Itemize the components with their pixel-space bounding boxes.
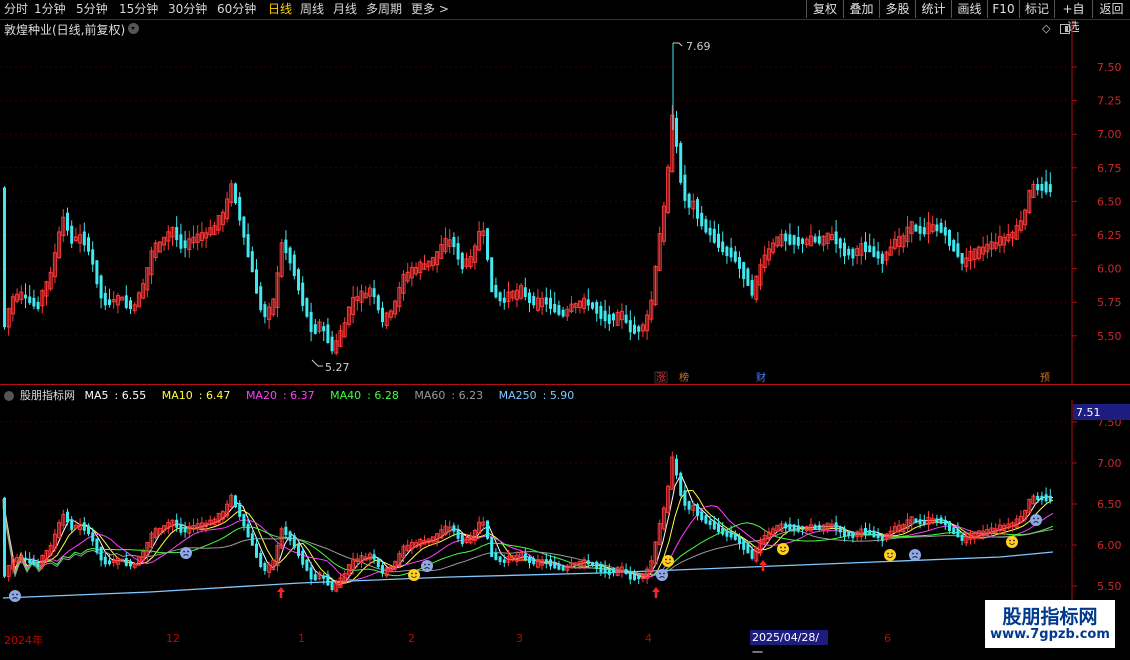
buy-arrow-icon [759, 560, 767, 571]
happy-face-icon [408, 569, 420, 581]
back-button[interactable]: 返回 [1092, 0, 1130, 18]
period-tab-30min[interactable]: 30分钟 [168, 1, 207, 18]
price-axis-label: 6.00 [1097, 263, 1122, 276]
watermark-url: www.7gpzb.com [990, 627, 1110, 642]
happy-face-icon [884, 549, 896, 561]
event-tag-finance[interactable]: 财 [756, 371, 766, 384]
add-watchlist-button[interactable]: +自选 [1054, 0, 1092, 34]
low-price-annotation: 5.27 [325, 361, 350, 374]
price-axis-label: 6.25 [1097, 229, 1122, 242]
period-tab-5min[interactable]: 5分钟 [76, 1, 108, 18]
price-axis-label: 7.00 [1097, 128, 1122, 141]
stats-button[interactable]: 统计 [915, 0, 951, 18]
indicator-axis-label: 6.00 [1097, 539, 1122, 552]
main-price-chart[interactable]: 7.50 7.25 7.00 6.75 6.50 6.25 6.00 5.75 5.50 7.6… [0, 20, 1130, 385]
price-axis-label: 5.50 [1097, 330, 1122, 343]
date-label-year: 2024年 [4, 634, 43, 647]
watermark-title: 股朋指标网 [1002, 606, 1098, 628]
indicator-axis-label: 7.00 [1097, 457, 1122, 470]
buy-arrow-icon [277, 587, 285, 598]
indicator-chart[interactable]: 7.507.006.506.005.50 7.51 [0, 400, 1130, 630]
multi-stock-button[interactable]: 多股 [879, 0, 915, 18]
event-tag-limit-up[interactable]: 涨 [656, 372, 666, 384]
indicator-axis-label: 6.50 [1097, 498, 1122, 511]
sad-face-icon [9, 590, 21, 602]
event-tag-rank[interactable]: 榜 [679, 371, 689, 384]
sad-face-icon [656, 569, 668, 581]
cursor-date-label: 2025/04/28/一 [750, 630, 828, 659]
date-label-apr: 4 [645, 632, 652, 645]
mark-button[interactable]: 标记 [1019, 0, 1054, 18]
period-tab-multi[interactable]: 多周期 [366, 1, 402, 18]
date-label-feb: 2 [408, 632, 415, 645]
indicator-axis-label: 5.50 [1097, 580, 1122, 593]
sad-face-icon [180, 547, 192, 559]
buy-arrow-icon [652, 587, 660, 598]
date-axis: 2024年 12 1 2 3 4 2025/04/28/一 6 [0, 630, 1072, 659]
current-price-label: 7.51 [1076, 406, 1101, 419]
overlay-button[interactable]: 叠加 [843, 0, 879, 18]
adjust-button[interactable]: 复权 [806, 0, 843, 18]
happy-face-icon [777, 543, 789, 555]
f10-button[interactable]: F10 [987, 0, 1019, 18]
sad-face-icon [909, 549, 921, 561]
watermark-logo: 股朋指标网 www.7gpzb.com [985, 600, 1115, 648]
happy-face-icon [662, 555, 674, 567]
high-price-annotation: 7.69 [686, 40, 711, 53]
sad-face-icon [1030, 514, 1042, 526]
period-tab-1min[interactable]: 1分钟 [34, 1, 66, 18]
price-axis-label: 6.75 [1097, 162, 1122, 175]
period-tab-15min[interactable]: 15分钟 [119, 1, 158, 18]
period-toolbar: 分时 1分钟 5分钟 15分钟 30分钟 60分钟 日线 周线 月线 多周期 更… [0, 0, 1130, 34]
date-label-jan: 1 [298, 632, 305, 645]
period-tab-fenshi[interactable]: 分时 [4, 1, 28, 18]
period-tab-60min[interactable]: 60分钟 [217, 1, 256, 18]
period-tab-more[interactable]: 更多 > [411, 1, 449, 18]
date-label-dec: 12 [166, 632, 180, 645]
happy-face-icon [1006, 536, 1018, 548]
sad-face-icon [421, 560, 433, 572]
date-label-mar: 3 [516, 632, 523, 645]
event-tag-forecast[interactable]: 预 [1040, 372, 1050, 384]
period-tab-monthly[interactable]: 月线 [333, 1, 357, 18]
date-label-jun: 6 [884, 632, 891, 645]
price-axis-label: 6.50 [1097, 195, 1122, 208]
period-tab-weekly[interactable]: 周线 [300, 1, 324, 18]
period-tab-daily[interactable]: 日线 [268, 1, 292, 18]
price-axis-label: 5.75 [1097, 296, 1122, 309]
price-axis-label: 7.25 [1097, 95, 1122, 108]
draw-line-button[interactable]: 画线 [951, 0, 987, 18]
price-axis-label: 7.50 [1097, 61, 1122, 74]
